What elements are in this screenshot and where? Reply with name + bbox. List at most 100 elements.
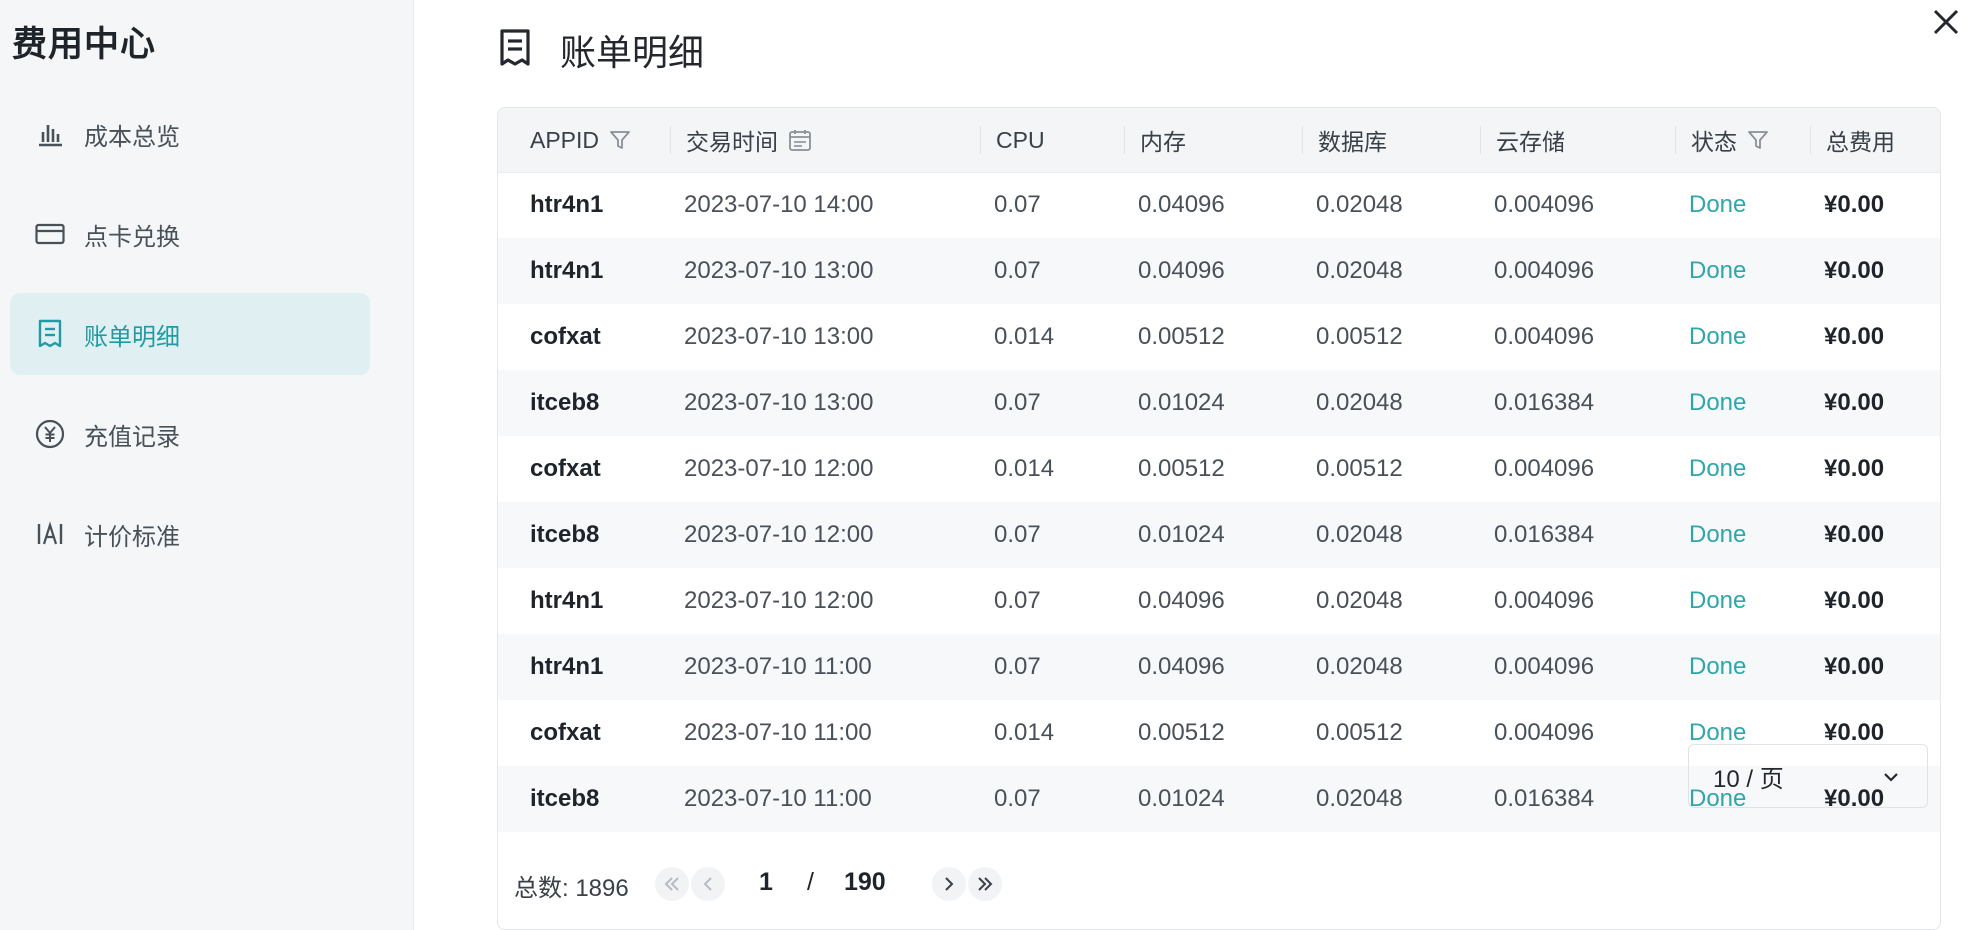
sidebar-title: 费用中心 [12, 25, 157, 64]
sidebar-item-pricing[interactable]: 计价标准 [10, 493, 370, 575]
cell-time: 2023-07-10 13:00 [684, 389, 874, 416]
cell-database: 0.02048 [1316, 257, 1403, 284]
cell-database: 0.00512 [1316, 719, 1403, 746]
column-divider [980, 126, 981, 154]
cell-appid: cofxat [530, 455, 601, 482]
cell-status: Done [1689, 323, 1747, 350]
total-pages: 190 [844, 868, 886, 896]
cell-time: 2023-07-10 14:00 [684, 191, 874, 218]
table-header: APPID 交易时间 CPU 内存 数据库 云存储 状态 总费用 [498, 108, 1940, 173]
table-row[interactable]: cofxat 2023-07-10 13:00 0.014 0.00512 0.0051… [498, 304, 1940, 370]
receipt-icon [498, 28, 532, 73]
cell-memory: 0.04096 [1138, 257, 1225, 284]
table-row[interactable]: htr4n1 2023-07-10 11:00 0.07 0.04096 0.02048… [498, 634, 1940, 700]
cell-total-fee: ¥0.00 [1824, 587, 1885, 614]
sidebar-item-label: 计价标准 [84, 523, 180, 551]
filter-icon[interactable] [1747, 129, 1769, 151]
cell-storage: 0.004096 [1494, 191, 1595, 218]
table-row[interactable]: itceb8 2023-07-10 12:00 0.07 0.01024 0.02048… [498, 502, 1940, 568]
table-row[interactable]: htr4n1 2023-07-10 14:00 0.07 0.04096 0.02048… [498, 172, 1940, 238]
cell-database: 0.02048 [1316, 587, 1403, 614]
cell-total-fee: ¥0.00 [1824, 257, 1885, 284]
last-page-button[interactable] [968, 867, 1002, 901]
cell-appid: htr4n1 [530, 587, 604, 614]
sidebar-item-label: 点卡兑换 [84, 223, 180, 251]
cell-cpu: 0.07 [994, 653, 1041, 680]
cell-time: 2023-07-10 11:00 [684, 653, 872, 680]
cell-appid: itceb8 [530, 785, 600, 812]
column-header-time: 交易时间 [670, 108, 812, 172]
cell-cpu: 0.07 [994, 521, 1041, 548]
cell-status: Done [1689, 653, 1747, 680]
cell-cpu: 0.07 [994, 257, 1041, 284]
chevron-down-icon [1884, 773, 1898, 782]
cell-appid: itceb8 [530, 389, 600, 416]
cell-memory: 0.00512 [1138, 719, 1225, 746]
cell-memory: 0.01024 [1138, 785, 1225, 812]
cell-total-fee: ¥0.00 [1824, 191, 1885, 218]
cell-storage: 0.016384 [1494, 389, 1595, 416]
double-chevron-left-icon [664, 877, 679, 891]
column-divider [670, 126, 671, 154]
next-page-button[interactable] [932, 867, 966, 901]
cell-time: 2023-07-10 13:00 [684, 257, 874, 284]
cell-time: 2023-07-10 13:00 [684, 323, 874, 350]
sidebar-item-label: 充值记录 [84, 423, 180, 451]
cell-cpu: 0.014 [994, 455, 1055, 482]
page-size-value: 10 / 页 [1713, 765, 1784, 793]
cell-memory: 0.00512 [1138, 455, 1225, 482]
page-separator: / [807, 868, 814, 896]
cell-appid: htr4n1 [530, 191, 604, 218]
first-page-button[interactable] [655, 867, 689, 901]
cell-status: Done [1689, 389, 1747, 416]
column-header-appid: APPID [530, 108, 631, 172]
filter-icon[interactable] [609, 129, 631, 151]
cell-total-fee: ¥0.00 [1824, 455, 1885, 482]
cell-appid: cofxat [530, 323, 601, 350]
cell-database: 0.02048 [1316, 389, 1403, 416]
cell-time: 2023-07-10 12:00 [684, 587, 874, 614]
cell-database: 0.02048 [1316, 191, 1403, 218]
cell-database: 0.02048 [1316, 521, 1403, 548]
column-divider [1124, 126, 1125, 154]
cell-storage: 0.004096 [1494, 719, 1595, 746]
prev-page-button[interactable] [691, 867, 725, 901]
column-divider [1302, 126, 1303, 154]
close-button[interactable] [1930, 6, 1962, 38]
cell-total-fee: ¥0.00 [1824, 521, 1885, 548]
sidebar-item-label: 账单明细 [84, 323, 180, 351]
sidebar-item-cost-overview[interactable]: 成本总览 [10, 93, 370, 175]
page-size-select[interactable]: 10 / 页 [1688, 744, 1928, 808]
main-panel: 账单明细 APPID 交易时间 CPU 内存 数据库 云存储 状态 总费用 ht… [414, 0, 1984, 930]
cell-time: 2023-07-10 11:00 [684, 785, 872, 812]
yen-circle-icon [34, 418, 66, 450]
table-row[interactable]: htr4n1 2023-07-10 12:00 0.07 0.04096 0.02048… [498, 568, 1940, 634]
cell-time: 2023-07-10 12:00 [684, 455, 874, 482]
sidebar-item-bill-details[interactable]: 账单明细 [10, 293, 370, 375]
sidebar-item-recharge-records[interactable]: 充值记录 [10, 393, 370, 475]
bar-chart-icon [34, 118, 66, 150]
table-row[interactable]: cofxat 2023-07-10 12:00 0.014 0.00512 0.0051… [498, 436, 1940, 502]
column-header-total-fee: 总费用 [1810, 108, 1895, 172]
cell-database: 0.02048 [1316, 785, 1403, 812]
cell-cpu: 0.07 [994, 785, 1041, 812]
sidebar-item-card-exchange[interactable]: 点卡兑换 [10, 193, 370, 275]
receipt-icon [34, 318, 66, 350]
cell-storage: 0.004096 [1494, 653, 1595, 680]
column-divider [1675, 126, 1676, 154]
cell-database: 0.00512 [1316, 455, 1403, 482]
cell-storage: 0.004096 [1494, 323, 1595, 350]
sidebar: 费用中心 成本总览 点卡兑换 账单明细 充值记录 计价标准 [0, 0, 414, 930]
double-chevron-right-icon [978, 877, 993, 891]
table-row[interactable]: htr4n1 2023-07-10 13:00 0.07 0.04096 0.02048… [498, 238, 1940, 304]
cell-storage: 0.004096 [1494, 257, 1595, 284]
close-icon [1933, 9, 1959, 35]
cell-memory: 0.00512 [1138, 323, 1225, 350]
cell-memory: 0.04096 [1138, 191, 1225, 218]
table-row[interactable]: itceb8 2023-07-10 13:00 0.07 0.01024 0.02048… [498, 370, 1940, 436]
column-header-status: 状态 [1675, 108, 1769, 172]
cell-time: 2023-07-10 12:00 [684, 521, 874, 548]
current-page[interactable]: 1 [759, 868, 773, 897]
cell-total-fee: ¥0.00 [1824, 323, 1885, 350]
calendar-icon[interactable] [788, 128, 812, 152]
